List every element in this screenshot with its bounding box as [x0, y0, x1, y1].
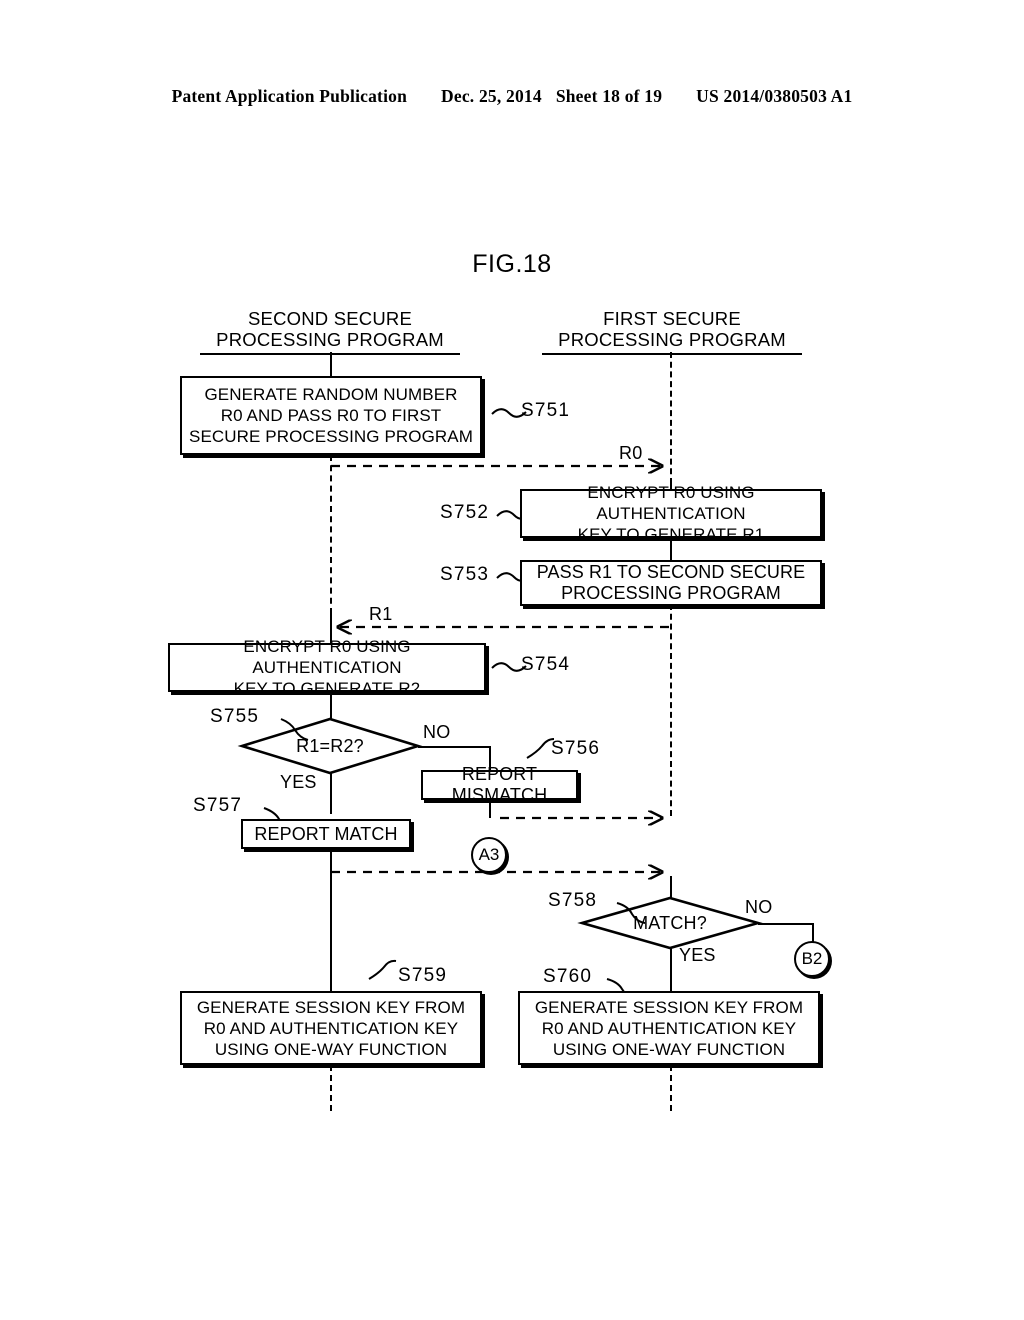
process-box-s756-report-mismatch[interactable]: REPORT MISMATCH	[421, 764, 578, 805]
leader-s759	[368, 959, 397, 980]
step-label-s754: S754	[521, 654, 571, 675]
lane-header-second-secure-processing-program: SECOND SECURE PROCESSING PROGRAM	[200, 308, 460, 355]
figure-title: FIG.18	[472, 250, 552, 278]
process-box-s752[interactable]: ENCRYPT R0 USING AUTHENTICATION KEY TO G…	[520, 483, 822, 544]
lane-first-line2: PROCESSING PROGRAM	[558, 329, 786, 350]
step-label-s759: S759	[398, 965, 448, 986]
step-label-s752: S752	[440, 502, 490, 523]
branch-no-s755-horizontal	[418, 746, 490, 748]
process-box-s760[interactable]: GENERATE SESSION KEY FROM R0 AND AUTHENT…	[518, 991, 820, 1065]
lifeline-second-segment-yes-to-s757	[330, 769, 332, 814]
branch-label-no-s758: NO	[745, 897, 773, 917]
lifeline-first-segment-bottom	[670, 1065, 672, 1111]
step-label-s751: S751	[521, 400, 571, 421]
lane-first-line1: FIRST SECURE	[603, 308, 741, 329]
step-label-s760: S760	[543, 966, 593, 987]
connector-b2-label: B2	[801, 949, 823, 968]
s753-line2: PROCESSING PROGRAM	[561, 583, 781, 603]
step-label-s753: S753	[440, 564, 490, 585]
lifeline-second-segment-bottom	[330, 1065, 332, 1111]
message-label-r1: R1	[369, 604, 393, 624]
s756-line1: REPORT MISMATCH	[451, 764, 548, 805]
lane-second-line2: PROCESSING PROGRAM	[216, 329, 444, 350]
header-doc-number: US 2014/0380503 A1	[696, 86, 853, 106]
header-sheet: Sheet 18 of 19	[555, 86, 663, 106]
leader-s756	[526, 738, 555, 759]
lifeline-second-segment-s757-to-s759	[330, 848, 332, 991]
message-label-r0: R0	[619, 443, 643, 463]
s751-line1: GENERATE RANDOM NUMBER	[204, 385, 458, 404]
branch-no-s758-vertical	[812, 923, 814, 943]
process-box-s759[interactable]: GENERATE SESSION KEY FROM R0 AND AUTHENT…	[180, 991, 482, 1065]
header-date: Dec. 25, 2014	[441, 86, 542, 106]
s760-line1: GENERATE SESSION KEY FROM	[534, 997, 804, 1017]
s759-line2: R0 AND AUTHENTICATION KEY	[203, 1018, 459, 1038]
s751-line2: R0 AND PASS R0 TO FIRST	[220, 406, 442, 425]
lifeline-second-segment-top	[330, 352, 332, 376]
diagram-connector-layer	[237, 408, 763, 999]
s760-line2: R0 AND AUTHENTICATION KEY	[541, 1018, 797, 1038]
decision-s755-label: R1=R2?	[296, 735, 364, 756]
step-label-s758: S758	[548, 890, 598, 911]
s752-line2: KEY TO GENERATE R1	[577, 525, 765, 544]
lifeline-first-segment-dashed-mid	[670, 604, 672, 816]
process-box-s754[interactable]: ENCRYPT R0 USING AUTHENTICATION KEY TO G…	[168, 637, 486, 698]
branch-label-no-s755: NO	[423, 722, 451, 742]
lane-header-first-secure-processing-program: FIRST SECURE PROCESSING PROGRAM	[542, 308, 802, 355]
s757-line1: REPORT MATCH	[254, 823, 398, 844]
decision-s755-label-wrap[interactable]: R1=R2?	[242, 719, 418, 773]
step-label-s755: S755	[210, 706, 260, 727]
lane-second-line1: SECOND SECURE	[248, 308, 412, 329]
offpage-connector-a3[interactable]: A3	[471, 837, 507, 873]
decision-s758-label: MATCH?	[633, 912, 707, 933]
s760-line3: USING ONE-WAY FUNCTION	[552, 1039, 786, 1059]
header-publication: Patent Application Publication	[171, 86, 408, 106]
process-box-s751[interactable]: GENERATE RANDOM NUMBER R0 AND PASS R0 TO…	[180, 376, 482, 455]
s754-line2: KEY TO GENERATE R2	[233, 679, 421, 698]
connector-a3-label: A3	[478, 845, 500, 864]
offpage-connector-b2[interactable]: B2	[794, 941, 830, 977]
page-header: Patent Application Publication Dec. 25, …	[0, 86, 1024, 112]
lifeline-first-segment-to-s758	[670, 876, 672, 898]
lifeline-first-segment-yes-to-s760	[670, 944, 672, 992]
s752-line1: ENCRYPT R0 USING AUTHENTICATION	[587, 483, 755, 523]
decision-s758-label-wrap[interactable]: MATCH?	[582, 898, 758, 948]
process-box-s757-report-match[interactable]: REPORT MATCH	[241, 819, 411, 849]
s759-line3: USING ONE-WAY FUNCTION	[214, 1039, 448, 1059]
step-label-s757: S757	[193, 795, 243, 816]
s753-line1: PASS R1 TO SECOND SECURE	[536, 562, 806, 582]
lifeline-second-segment-dashed-upper	[330, 455, 332, 614]
process-box-s753[interactable]: PASS R1 TO SECOND SECURE PROCESSING PROG…	[520, 560, 822, 606]
lifeline-first-segment-top	[670, 352, 672, 484]
branch-label-yes-s758: YES	[679, 945, 716, 965]
s759-line1: GENERATE SESSION KEY FROM	[196, 997, 466, 1017]
s751-line3: SECURE PROCESSING PROGRAM	[189, 427, 473, 446]
lane-first-underline	[542, 353, 802, 355]
branch-label-yes-s755: YES	[280, 772, 317, 792]
branch-no-s758-horizontal	[758, 923, 813, 925]
step-label-s756: S756	[551, 738, 601, 759]
s754-line1: ENCRYPT R0 USING AUTHENTICATION	[243, 637, 411, 677]
